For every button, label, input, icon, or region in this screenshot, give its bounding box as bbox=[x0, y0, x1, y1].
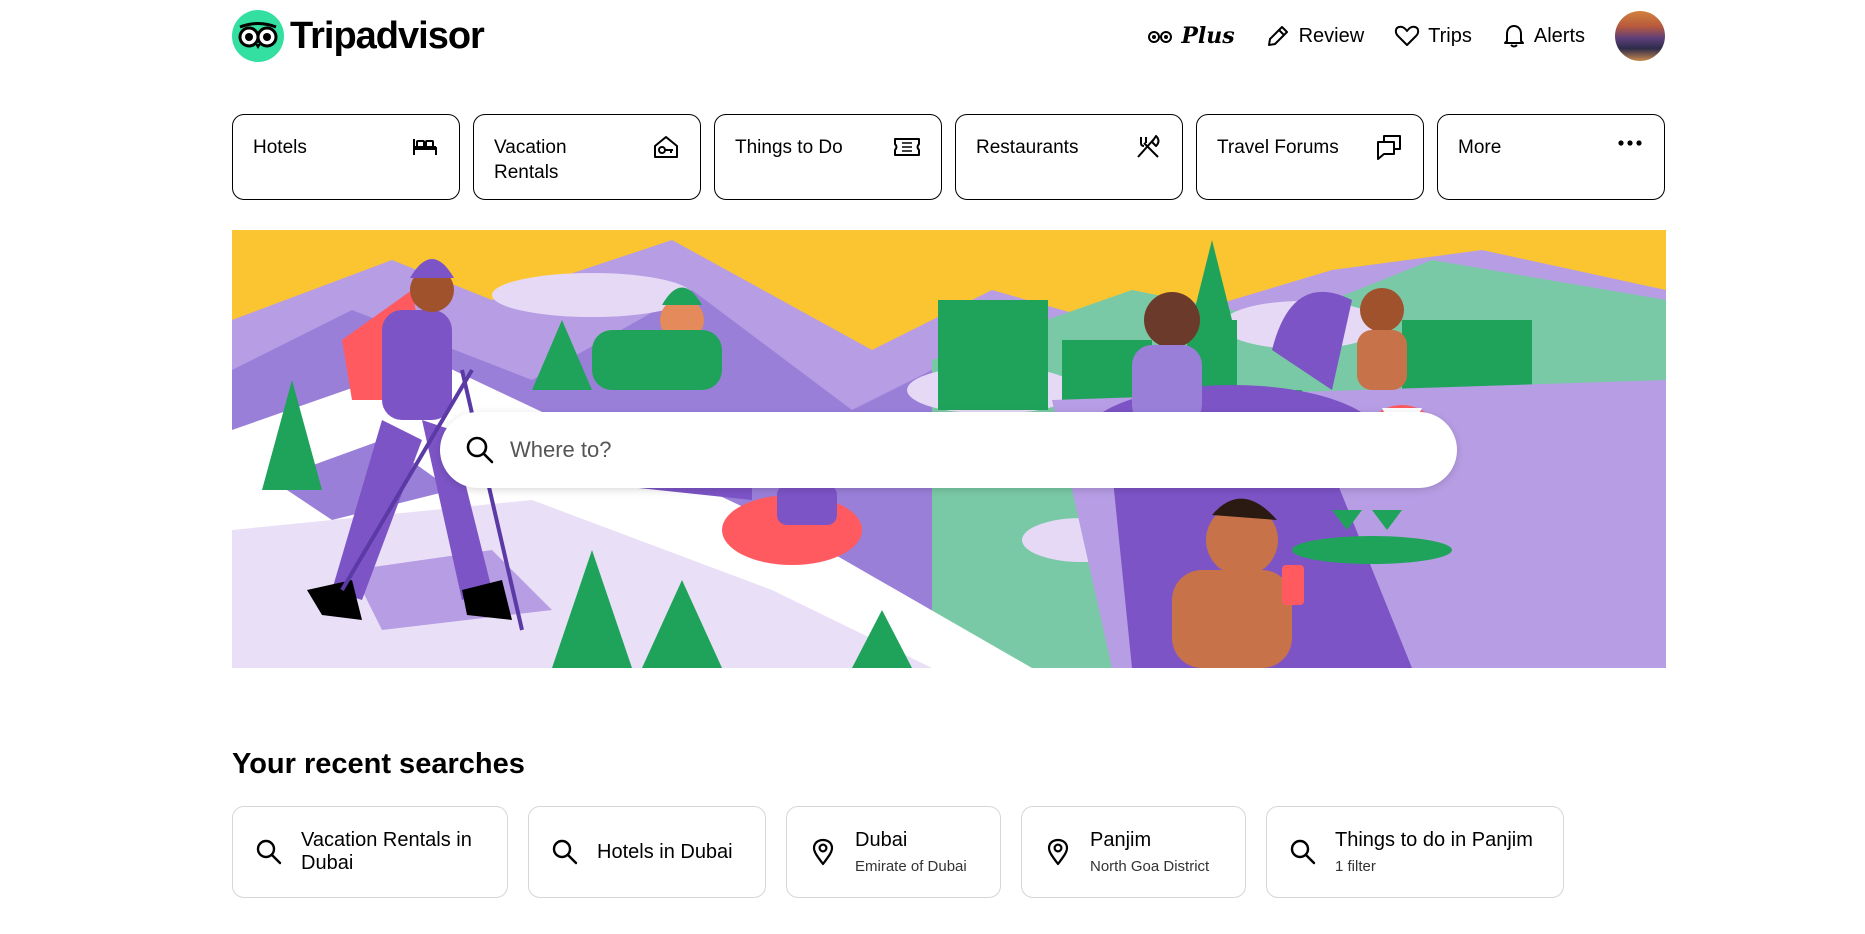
alerts-label: Alerts bbox=[1533, 24, 1585, 47]
category-label: Restaurants bbox=[976, 137, 1079, 158]
plus-label: Plus bbox=[1181, 23, 1235, 49]
category-travel-forums[interactable]: Travel Forums bbox=[1196, 114, 1424, 200]
header: Tripadvisor Plus Review Trips Alerts bbox=[0, 0, 1865, 80]
category-restaurants[interactable]: Restaurants bbox=[955, 114, 1183, 200]
recent-searches-list: Vacation Rentals in Dubai Hotels in Duba… bbox=[232, 806, 1564, 898]
owl-logo-icon bbox=[232, 10, 284, 62]
category-vacation-rentals[interactable]: Vacation Rentals bbox=[473, 114, 701, 200]
recent-search-item[interactable]: Dubai Emirate of Dubai bbox=[786, 806, 1001, 898]
alerts-link[interactable]: Alerts bbox=[1502, 23, 1585, 49]
chat-bubbles-icon bbox=[1377, 135, 1401, 160]
recent-search-subtitle: North Goa District bbox=[1090, 858, 1210, 875]
recent-search-item[interactable]: Hotels in Dubai bbox=[528, 806, 766, 898]
heart-icon bbox=[1395, 25, 1420, 46]
fork-knife-icon bbox=[1137, 135, 1160, 158]
search-icon bbox=[1290, 839, 1316, 865]
category-hotels[interactable]: Hotels bbox=[232, 114, 460, 200]
trips-link[interactable]: Trips bbox=[1394, 24, 1472, 48]
category-tabs: Hotels Vacation Rentals Things to Do Res… bbox=[232, 114, 1665, 200]
category-label: Things to Do bbox=[735, 137, 843, 158]
plus-link[interactable]: Plus bbox=[1147, 23, 1235, 49]
ticket-icon bbox=[894, 138, 920, 156]
category-more[interactable]: More bbox=[1437, 114, 1665, 200]
recent-search-subtitle: Emirate of Dubai bbox=[855, 858, 967, 875]
recent-search-item[interactable]: Things to do in Panjim 1 filter bbox=[1266, 806, 1564, 898]
location-pin-icon bbox=[812, 838, 834, 866]
trips-label: Trips bbox=[1428, 24, 1472, 47]
recent-search-item[interactable]: Panjim North Goa District bbox=[1021, 806, 1246, 898]
owl-eyes-icon bbox=[1148, 31, 1173, 43]
user-avatar[interactable] bbox=[1615, 11, 1665, 61]
recent-search-title: Hotels in Dubai bbox=[597, 840, 733, 863]
recent-search-subtitle: 1 filter bbox=[1335, 858, 1376, 875]
category-things-to-do[interactable]: Things to Do bbox=[714, 114, 942, 200]
bell-icon bbox=[1503, 25, 1524, 48]
recent-search-title: Things to do in Panjim bbox=[1335, 829, 1533, 851]
search-input[interactable] bbox=[510, 437, 1410, 463]
category-label: Vacation Rentals bbox=[494, 137, 567, 183]
bed-icon bbox=[413, 139, 437, 155]
top-navigation: Plus Review Trips Alerts bbox=[1147, 10, 1665, 62]
recent-search-item[interactable]: Vacation Rentals in Dubai bbox=[232, 806, 508, 898]
category-label: Travel Forums bbox=[1217, 137, 1339, 158]
destination-search-bar[interactable] bbox=[440, 412, 1457, 488]
review-label: Review bbox=[1298, 24, 1365, 47]
tripadvisor-logo[interactable]: Tripadvisor bbox=[232, 10, 485, 62]
search-icon bbox=[466, 436, 494, 464]
search-icon bbox=[552, 839, 578, 865]
search-icon bbox=[256, 839, 282, 865]
recent-search-title: Vacation Rentals in Dubai bbox=[301, 829, 472, 874]
recent-search-title: Panjim bbox=[1090, 829, 1152, 851]
location-pin-icon bbox=[1047, 838, 1069, 866]
category-label: Hotels bbox=[253, 137, 307, 158]
house-key-icon bbox=[654, 136, 678, 158]
recent-search-title: Dubai bbox=[855, 829, 908, 851]
more-dots-icon bbox=[1618, 140, 1642, 146]
pencil-icon bbox=[1267, 26, 1288, 46]
review-link[interactable]: Review bbox=[1265, 23, 1365, 49]
recent-searches-heading: Your recent searches bbox=[232, 748, 525, 780]
brand-name: Tripadvisor bbox=[290, 14, 485, 57]
category-label: More bbox=[1458, 137, 1502, 158]
